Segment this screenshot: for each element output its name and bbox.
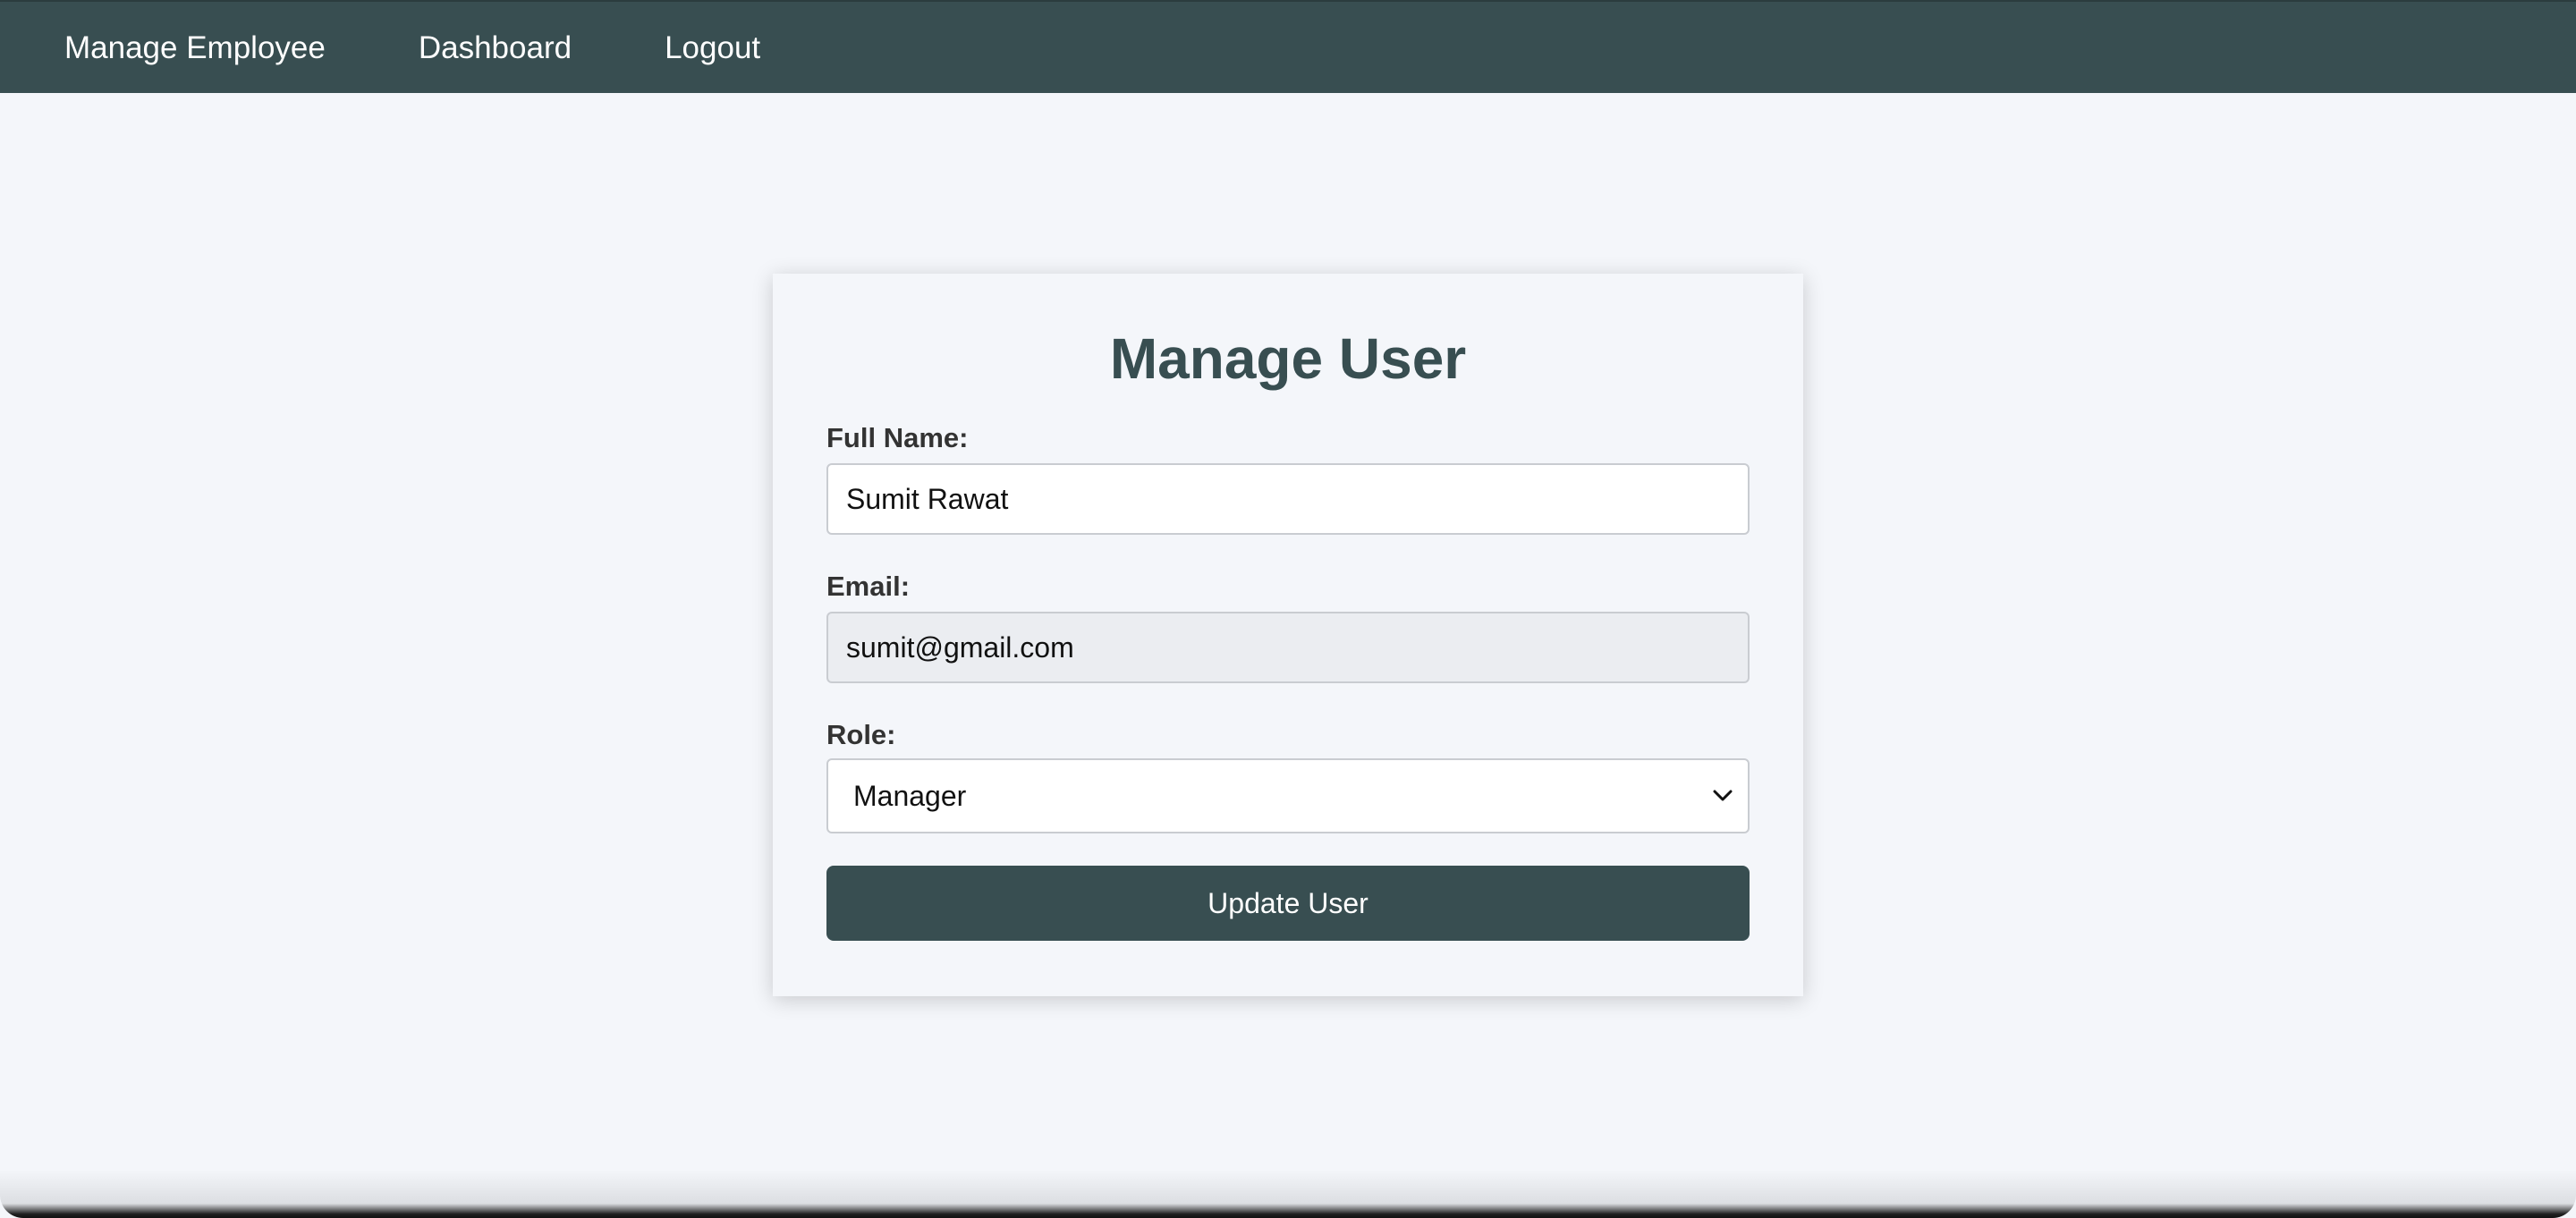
nav-link-manage-employee[interactable]: Manage Employee	[64, 32, 326, 63]
nav-link-dashboard[interactable]: Dashboard	[419, 32, 572, 63]
manage-user-card: Manage User Full Name: Email: Role: Mana…	[773, 274, 1803, 996]
window-bottom-edge	[0, 1170, 2576, 1218]
page: Manage Employee Dashboard Logout Manage …	[0, 0, 2576, 1218]
page-title: Manage User	[1109, 326, 1467, 391]
update-user-button[interactable]: Update User	[826, 866, 1750, 941]
chevron-down-icon	[1710, 783, 1735, 808]
email-input[interactable]	[826, 612, 1750, 683]
email-label: Email:	[826, 571, 911, 602]
role-select[interactable]: Manager	[826, 758, 1750, 833]
role-select-value: Manager	[853, 779, 967, 812]
full-name-label: Full Name:	[826, 422, 969, 453]
top-navbar: Manage Employee Dashboard Logout	[0, 0, 2576, 93]
full-name-input[interactable]	[826, 463, 1750, 535]
role-label: Role:	[826, 719, 896, 750]
nav-link-logout[interactable]: Logout	[665, 32, 760, 63]
